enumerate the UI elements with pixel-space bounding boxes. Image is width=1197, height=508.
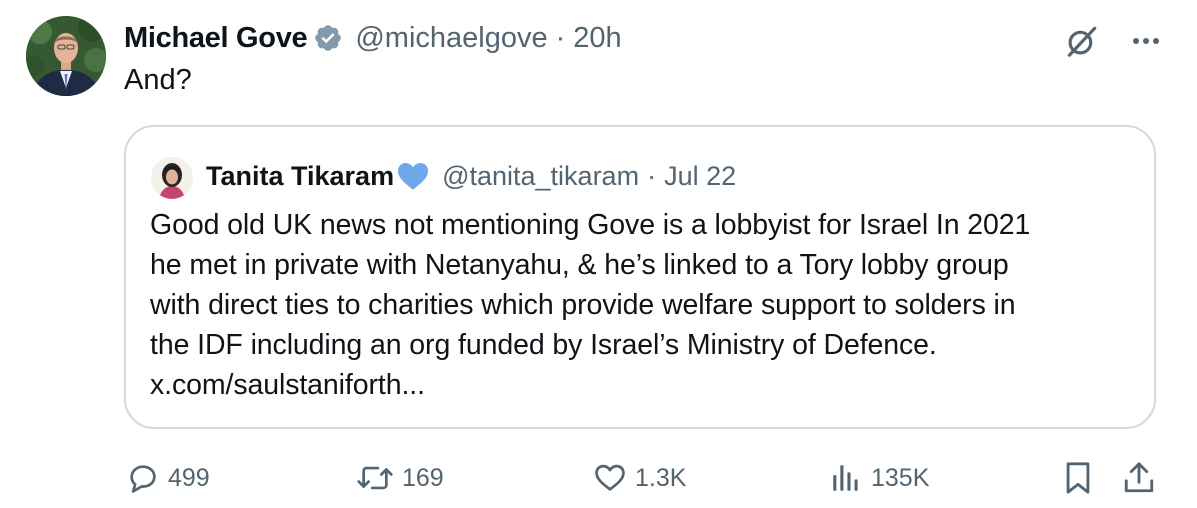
quoted-text-line: the IDF including an org funded by Israe… — [150, 329, 937, 361]
quoted-header: Tanita Tikaram @tanita_tikaram · Jul 22 — [206, 155, 736, 197]
reply-action[interactable]: 499 — [126, 458, 210, 498]
reply-count: 499 — [168, 463, 210, 492]
bookmark-icon[interactable] — [1063, 461, 1093, 495]
author-avatar[interactable] — [26, 16, 106, 96]
repost-icon[interactable] — [356, 461, 394, 495]
views-count: 135K — [871, 463, 930, 492]
views-icon[interactable] — [829, 461, 863, 495]
quoted-tweet-text: Good old UK news not mentioning Gove is … — [150, 205, 1140, 405]
reply-icon[interactable] — [126, 461, 160, 495]
verified-badge-icon[interactable] — [313, 23, 343, 53]
tweet-text: And? — [124, 64, 192, 96]
quoted-author-display-name[interactable]: Tanita Tikaram — [206, 161, 394, 192]
share-action[interactable] — [1123, 458, 1155, 498]
header-separator: · — [555, 21, 566, 54]
like-count: 1.3K — [635, 463, 687, 492]
blue-heart-icon — [396, 161, 430, 191]
quoted-tweet[interactable]: Tanita Tikaram @tanita_tikaram · Jul 22 … — [124, 125, 1156, 429]
quoted-link[interactable]: x.com/saulstaniforth... — [150, 365, 1140, 405]
author-handle[interactable]: @michaelgove — [355, 22, 547, 55]
quoted-author-avatar[interactable] — [151, 157, 193, 199]
share-icon[interactable] — [1123, 461, 1155, 495]
tweet[interactable]: Michael Gove @michaelgove · 20h And? Tan… — [0, 0, 1197, 508]
tweet-timestamp[interactable]: 20h — [573, 22, 621, 55]
quoted-text-line: with direct ties to charities which prov… — [150, 289, 1016, 321]
tweet-header: Michael Gove @michaelgove · 20h — [124, 18, 622, 58]
views-action[interactable]: 135K — [829, 458, 929, 498]
top-right-actions — [1063, 22, 1161, 60]
quoted-timestamp[interactable]: Jul 22 — [664, 161, 736, 192]
like-icon[interactable] — [593, 461, 627, 495]
repost-action[interactable]: 169 — [356, 458, 444, 498]
quoted-header-separator: · — [647, 160, 657, 191]
like-action[interactable]: 1.3K — [593, 458, 686, 498]
bookmark-action[interactable] — [1063, 458, 1093, 498]
quoted-text-line: Good old UK news not mentioning Gove is … — [150, 209, 1031, 241]
author-display-name[interactable]: Michael Gove — [124, 22, 308, 55]
repost-count: 169 — [402, 463, 444, 492]
grok-icon[interactable] — [1063, 22, 1101, 60]
more-icon[interactable] — [1131, 35, 1161, 47]
quoted-author-handle[interactable]: @tanita_tikaram — [442, 161, 639, 192]
quoted-text-line: he met in private with Netanyahu, & he’s… — [150, 249, 1009, 281]
